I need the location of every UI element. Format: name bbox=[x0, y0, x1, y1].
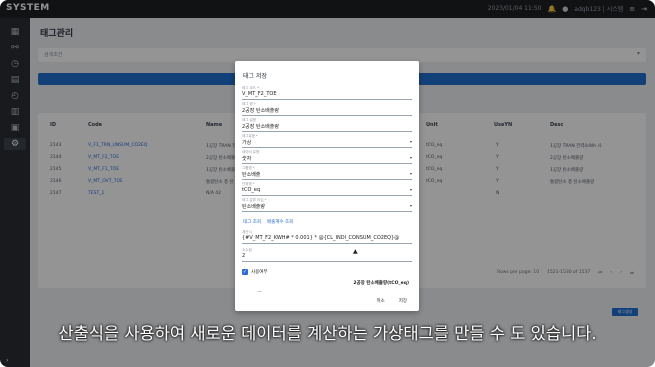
mouse-cursor-icon: ▲ bbox=[353, 248, 358, 255]
tab-tag-lookup[interactable]: 태그 조회 bbox=[243, 219, 261, 225]
use-label: 사용여부 bbox=[251, 270, 268, 275]
tag-save-dialog: 태그 저장 태그 코드 * V_MT_F2_TOE 태그 명 * 2공장 탄소배… bbox=[235, 61, 419, 311]
field-value[interactable]: 2 bbox=[242, 253, 245, 259]
field-value[interactable]: 2공장 탄소배출량 bbox=[242, 123, 279, 130]
data-type-select[interactable]: 데이터 유형 숫자 ▾ bbox=[242, 150, 412, 164]
chevron-down-icon[interactable]: ▾ bbox=[410, 155, 412, 160]
group-select[interactable]: 그룹명 * 탄소배출 ▾ bbox=[242, 166, 412, 180]
field-value[interactable]: {#V_MT_F2_KWH# * 0.001} * @{CL_INDI_CONS… bbox=[242, 235, 399, 241]
tag-name-field[interactable]: 태그 명 * 2공장 탄소배출량 bbox=[242, 102, 412, 116]
collapse-icon[interactable]: — bbox=[257, 289, 262, 295]
use-checkbox-row[interactable]: ✓ 사용여부 bbox=[242, 269, 268, 275]
checkbox-checked-icon[interactable]: ✓ bbox=[242, 269, 248, 275]
field-value[interactable]: 탄소배출량 bbox=[242, 203, 265, 210]
chevron-down-icon[interactable]: ▾ bbox=[410, 171, 412, 176]
chevron-down-icon[interactable]: ▾ bbox=[410, 203, 412, 208]
caption-subtitle: 산출식을 사용하여 새로운 데이터를 계산하는 가상태그를 만들 수 도 있습니… bbox=[58, 324, 597, 343]
chevron-down-icon[interactable]: ▾ bbox=[410, 139, 412, 144]
tag-code-field[interactable]: 태그 코드 * V_MT_F2_TOE bbox=[242, 86, 412, 100]
tag-type-select[interactable]: 태그유형 * 가상 ▾ bbox=[242, 134, 412, 148]
field-value[interactable]: 가상 bbox=[242, 139, 251, 146]
tab-emission-factor-lookup[interactable]: 배출계수 조회 bbox=[267, 219, 293, 225]
lookup-tabs: 태그 조회 배출계수 조회 bbox=[243, 219, 293, 225]
formula-field[interactable]: 계산식 {#V_MT_F2_KWH# * 0.001} * @{CL_INDI_… bbox=[242, 230, 412, 244]
field-value[interactable]: tCO_eq bbox=[242, 187, 260, 193]
cancel-button[interactable]: 취소 bbox=[376, 298, 384, 304]
unit-select[interactable]: 단위명 * tCO_eq ▾ bbox=[242, 182, 412, 196]
field-value[interactable]: V_MT_F2_TOE bbox=[242, 91, 277, 97]
app-frame: SYSTEM 2023/01/04 11:50 🔔 ● adqb123 | 시스… bbox=[0, 0, 655, 367]
dialog-actions: 취소 저장 bbox=[376, 298, 407, 304]
decimal-field[interactable]: 소수점 2 bbox=[242, 248, 412, 262]
dialog-title: 태그 저장 bbox=[243, 73, 267, 80]
expand-sidebar-icon[interactable]: › bbox=[6, 357, 8, 364]
summary-text: 2공장 탄소배출량(tCO_eq) bbox=[353, 281, 409, 286]
tag-class-select[interactable]: 태그 분류 타입 * 탄소배출량 ▾ bbox=[242, 198, 412, 212]
chevron-down-icon[interactable]: ▾ bbox=[410, 187, 412, 192]
save-button[interactable]: 저장 bbox=[399, 298, 407, 304]
field-value[interactable]: 탄소배출 bbox=[242, 171, 260, 178]
tag-desc-field[interactable]: 태그 설명 2공장 탄소배출량 bbox=[242, 118, 412, 132]
field-value[interactable]: 2공장 탄소배출량 bbox=[242, 107, 279, 114]
field-value[interactable]: 숫자 bbox=[242, 155, 251, 162]
